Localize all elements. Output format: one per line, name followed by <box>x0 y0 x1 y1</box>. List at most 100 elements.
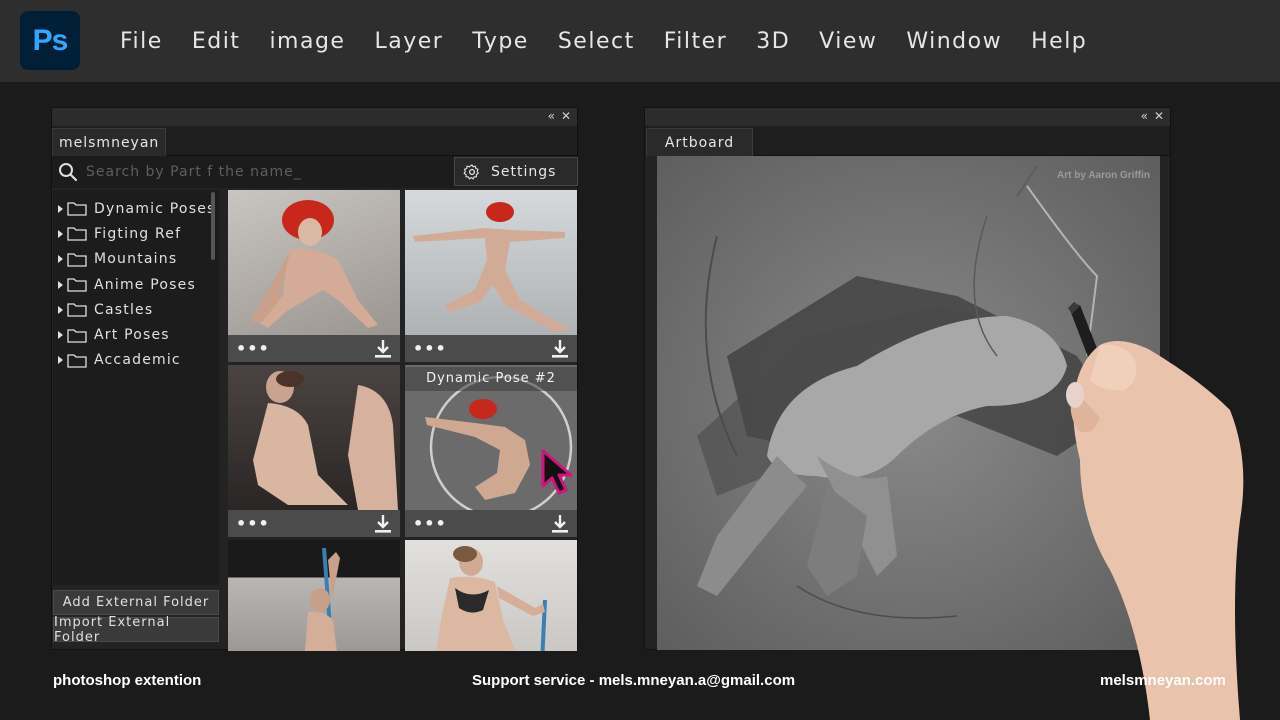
expand-arrow-icon[interactable] <box>58 204 63 213</box>
pose-thumbnail[interactable] <box>228 540 400 651</box>
expand-arrow-icon[interactable] <box>58 229 63 238</box>
expand-arrow-icon[interactable] <box>58 356 63 365</box>
expand-arrow-icon[interactable] <box>58 280 63 289</box>
folder-item-art-poses[interactable]: Art Poses <box>53 322 219 347</box>
thumbnail-card[interactable] <box>228 540 400 651</box>
pose-photo <box>304 547 340 651</box>
folder-label: Dynamic Poses <box>94 200 216 217</box>
pose-thumbnail[interactable] <box>405 540 577 651</box>
thumbnail-toolbar: ••• <box>405 335 577 362</box>
artboard-tab-row: Artboard <box>645 126 1170 156</box>
footer-product: photoshop extention <box>53 672 202 689</box>
search-icon <box>59 163 78 182</box>
import-external-folder-button[interactable]: Import External Folder <box>53 615 219 645</box>
folder-label: Anime Poses <box>94 276 196 293</box>
add-external-folder-button[interactable]: Add External Folder <box>53 590 219 615</box>
menu-type[interactable]: Type <box>472 29 529 54</box>
footer-website[interactable]: melsmneyan.com <box>1100 672 1226 689</box>
folder-icon <box>67 328 87 343</box>
more-options-icon[interactable]: ••• <box>413 514 447 533</box>
menu-edit[interactable]: Edit <box>192 29 241 54</box>
menu-bar: Ps File Edit image Layer Type Select Fil… <box>0 0 1280 82</box>
photoshop-logo[interactable]: Ps <box>20 11 80 70</box>
thumbnail-grid: ••• ••• ••• Dynamic Pose #2 ••• <box>228 190 577 651</box>
artwork-credit: Art by Aaron Griffin <box>1057 170 1150 181</box>
pose-photo <box>436 546 547 651</box>
pose-thumbnail[interactable]: Dynamic Pose #2 <box>405 365 577 510</box>
settings-label: Settings <box>491 163 557 180</box>
more-options-icon[interactable]: ••• <box>413 339 447 358</box>
folder-item-anime-poses[interactable]: Anime Poses <box>53 272 219 297</box>
pose-photo <box>253 371 398 510</box>
search-row: Settings <box>52 156 578 188</box>
thumbnail-toolbar: ••• <box>228 510 400 537</box>
download-icon[interactable] <box>551 514 569 534</box>
search-input[interactable] <box>86 160 446 184</box>
pose-photo <box>413 202 570 332</box>
folder-item-accademic[interactable]: Accademic <box>53 348 219 373</box>
expand-arrow-icon[interactable] <box>58 255 63 264</box>
expand-arrow-icon[interactable] <box>58 331 63 340</box>
menu-window[interactable]: Window <box>906 29 1002 54</box>
download-icon[interactable] <box>374 514 392 534</box>
folder-icon <box>67 253 87 267</box>
pose-thumbnail[interactable] <box>405 190 577 335</box>
pose-photo <box>250 200 378 328</box>
library-tab-row: melsmneyan <box>52 126 577 156</box>
thumbnail-card[interactable]: ••• <box>228 190 400 362</box>
pose-thumbnail[interactable] <box>228 365 400 510</box>
folder-item-figting-ref[interactable]: Figting Ref <box>53 221 219 246</box>
panel-topbar: « ✕ <box>52 108 577 126</box>
thumbnail-card-hovered[interactable]: Dynamic Pose #2 ••• <box>405 365 577 537</box>
menu-layer[interactable]: Layer <box>374 29 443 54</box>
close-icon[interactable]: ✕ <box>561 109 571 123</box>
folder-item-mountains[interactable]: Mountains <box>53 247 219 272</box>
folder-item-castles[interactable]: Castles <box>53 297 219 322</box>
menu-items: File Edit image Layer Type Select Filter… <box>120 0 1116 82</box>
close-icon[interactable]: ✕ <box>1154 109 1164 123</box>
pose-thumbnail[interactable] <box>228 190 400 335</box>
folder-icon <box>67 202 87 216</box>
footer-support: Support service - mels.mneyan.a@gmail.co… <box>472 672 796 689</box>
menu-image[interactable]: image <box>269 29 345 54</box>
photoshop-logo-text: Ps <box>32 23 69 57</box>
folder-icon <box>67 354 87 368</box>
tab-user[interactable]: melsmneyan <box>52 128 167 156</box>
menu-select[interactable]: Select <box>558 29 635 54</box>
download-icon[interactable] <box>551 339 569 359</box>
folder-icon <box>67 227 87 242</box>
mouse-cursor-icon <box>541 449 573 495</box>
more-options-icon[interactable]: ••• <box>236 514 270 533</box>
folder-label: Art Poses <box>94 327 170 344</box>
folder-item-dynamic-poses[interactable]: Dynamic Poses <box>53 196 219 221</box>
collapse-icon[interactable]: « <box>1141 109 1148 123</box>
panel-topbar: « ✕ <box>645 108 1170 126</box>
folder-icon <box>67 303 87 317</box>
settings-button[interactable]: Settings <box>454 157 578 186</box>
menu-view[interactable]: View <box>819 29 877 54</box>
folder-tree: Dynamic Poses Figting Ref Mountains Anim… <box>53 190 219 585</box>
thumbnail-toolbar: ••• <box>228 335 400 362</box>
more-options-icon[interactable]: ••• <box>236 339 270 358</box>
tab-artboard[interactable]: Artboard <box>646 128 753 156</box>
thumbnail-card[interactable]: ••• <box>228 365 400 537</box>
thumbnail-card[interactable] <box>405 540 577 651</box>
folder-label: Accademic <box>94 352 181 369</box>
pose-title-tooltip: Dynamic Pose #2 <box>405 367 577 391</box>
download-icon[interactable] <box>374 339 392 359</box>
library-panel: « ✕ melsmneyan Settings Dynamic Poses <box>51 107 578 651</box>
hand-with-stylus-illustration <box>1066 302 1244 720</box>
tree-scrollbar[interactable] <box>211 192 215 260</box>
menu-filter[interactable]: Filter <box>664 29 727 54</box>
folder-label: Figting Ref <box>94 225 182 242</box>
folder-label: Castles <box>94 301 154 318</box>
folder-label: Mountains <box>94 251 178 268</box>
thumbnail-toolbar: ••• <box>405 510 577 537</box>
expand-arrow-icon[interactable] <box>58 305 63 314</box>
folder-icon <box>67 278 87 292</box>
thumbnail-card[interactable]: ••• <box>405 190 577 362</box>
menu-help[interactable]: Help <box>1031 29 1087 54</box>
menu-3d[interactable]: 3D <box>756 29 790 54</box>
menu-file[interactable]: File <box>120 29 163 54</box>
collapse-icon[interactable]: « <box>548 109 555 123</box>
